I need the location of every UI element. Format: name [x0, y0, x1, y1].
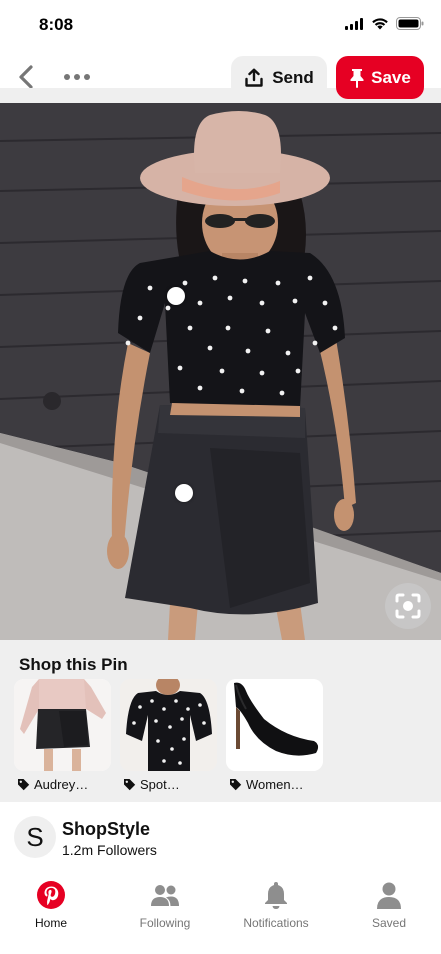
pinterest-logo-icon	[37, 881, 65, 909]
wifi-icon	[372, 18, 388, 30]
ellipsis-dot-icon	[84, 74, 90, 80]
cellular-signal-icon	[345, 17, 363, 30]
battery-icon	[396, 17, 424, 30]
shop-item-label-row: Women…	[226, 777, 323, 792]
shop-this-pin-section: Shop this Pin Audrey… Spot… Women…	[0, 640, 441, 802]
avatar[interactable]: S	[14, 816, 56, 858]
status-time: 8:08	[39, 15, 74, 34]
shop-item-label-row: Spot…	[120, 777, 217, 792]
back-button[interactable]	[14, 63, 40, 91]
bottom-navigation: Home Following Notifications Saved	[0, 872, 441, 954]
more-options-button[interactable]	[64, 66, 94, 88]
shop-item-label: Audrey…	[34, 777, 89, 792]
nav-label-following: Following	[139, 916, 191, 930]
creator-row: S ShopStyle 1.2m Followers	[0, 802, 441, 872]
black-pump-product-image	[226, 679, 323, 771]
pin-photo	[0, 103, 441, 640]
bell-icon	[265, 882, 287, 909]
shop-section-title: Shop this Pin	[19, 655, 128, 674]
ellipsis-dot-icon	[64, 74, 70, 80]
nav-label-notifications: Notifications	[243, 916, 309, 930]
status-icons	[345, 17, 424, 30]
ellipsis-dot-icon	[74, 74, 80, 80]
price-tag-icon	[230, 779, 242, 791]
price-tag-icon	[18, 779, 30, 791]
product-thumbnail	[120, 679, 217, 771]
polka-dot-top-product-image	[120, 679, 217, 771]
nav-item-notifications[interactable]: Notifications	[221, 880, 331, 930]
shop-item-label: Women…	[246, 777, 304, 792]
nav-label-home: Home	[34, 916, 67, 930]
people-icon	[151, 885, 179, 906]
save-button-label: Save	[371, 67, 411, 87]
denim-skirt-product-image	[14, 679, 111, 771]
lens-crop-icon	[395, 593, 421, 619]
creator-followers: 1.2m Followers	[62, 842, 157, 858]
shop-item[interactable]: Women…	[226, 679, 323, 792]
pushpin-icon	[350, 68, 364, 88]
nav-item-following[interactable]: Following	[110, 880, 220, 930]
product-hotspot-top[interactable]	[167, 287, 185, 305]
chevron-left-icon	[19, 65, 33, 89]
save-button[interactable]: Save	[336, 56, 424, 99]
status-bar: 8:08	[0, 0, 441, 50]
shop-items-carousel[interactable]: Audrey… Spot… Women…	[14, 679, 323, 792]
nav-item-saved[interactable]: Saved	[334, 880, 441, 930]
shop-item[interactable]: Spot…	[120, 679, 217, 792]
creator-name[interactable]: ShopStyle	[62, 819, 150, 840]
shop-item-label: Spot…	[140, 777, 180, 792]
product-thumbnail	[226, 679, 323, 771]
send-button[interactable]: Send	[231, 56, 327, 99]
nav-item-home[interactable]: Home	[0, 880, 106, 930]
product-thumbnail	[14, 679, 111, 771]
share-upload-icon	[245, 68, 263, 87]
product-hotspot-skirt[interactable]	[175, 484, 193, 502]
shop-item[interactable]: Audrey…	[14, 679, 111, 792]
pin-image[interactable]	[0, 103, 441, 640]
visual-search-button[interactable]	[385, 583, 431, 629]
send-button-label: Send	[272, 67, 314, 87]
shop-item-label-row: Audrey…	[14, 777, 111, 792]
price-tag-icon	[124, 779, 136, 791]
person-icon	[377, 882, 401, 909]
nav-label-saved: Saved	[371, 916, 407, 930]
